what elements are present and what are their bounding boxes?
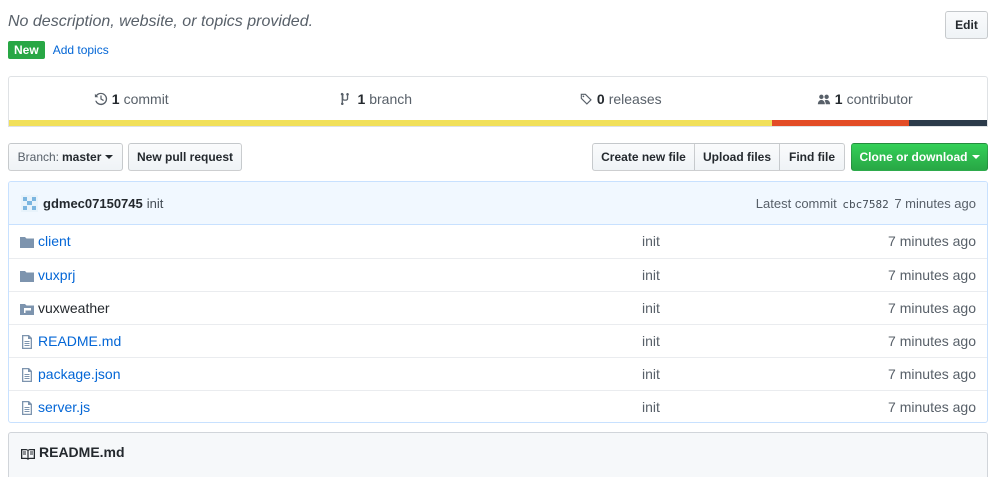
file-age: 7 minutes ago — [888, 300, 976, 316]
file-age: 7 minutes ago — [888, 233, 976, 249]
new-badge: New — [8, 41, 45, 59]
file-age: 7 minutes ago — [888, 267, 976, 283]
file-icon — [19, 400, 35, 416]
file-commit-message[interactable]: init — [642, 300, 660, 316]
file-name-link[interactable]: README.md — [38, 333, 121, 349]
file-name-link[interactable]: server.js — [38, 399, 90, 415]
branch-select-button[interactable]: Branch: master — [8, 143, 123, 171]
file-commit-message[interactable]: init — [642, 333, 660, 349]
clone-download-button[interactable]: Clone or download — [851, 143, 988, 171]
language-segment — [908, 120, 987, 126]
contributors-label: contributor — [846, 90, 913, 107]
file-name-link[interactable]: vuxweather — [38, 300, 110, 316]
language-bar[interactable] — [9, 120, 987, 126]
branch-icon — [341, 92, 350, 105]
caret-down-icon — [105, 155, 114, 159]
folder-icon — [19, 234, 35, 250]
file-commit-message[interactable]: init — [642, 366, 660, 382]
add-topics-link[interactable]: Add topics — [53, 43, 109, 57]
repo-summary: 1 commit 1 branch 0 releases 1 contribut… — [8, 76, 988, 127]
table-row: client init 7 minutes ago — [9, 225, 987, 258]
commit-sha-link[interactable]: cbc7582 — [842, 198, 888, 211]
latest-commit: Latest commit cbc7582 7 minutes ago — [756, 196, 976, 211]
branch-prefix: Branch: — [17, 150, 59, 164]
repo-page: No description, website, or topics provi… — [8, 0, 988, 477]
file-name-link[interactable]: package.json — [38, 366, 121, 382]
commits-count: 1 — [111, 90, 120, 107]
commits-count-link[interactable]: 1 commit — [9, 77, 254, 120]
branch-name: master — [62, 150, 102, 164]
branches-label: branch — [369, 90, 413, 107]
language-segment — [9, 120, 772, 126]
file-name-link[interactable]: client — [38, 233, 71, 249]
file-commit-message[interactable]: init — [642, 399, 660, 415]
file-commit-message[interactable]: init — [642, 233, 660, 249]
file-table: gdmec07150745 init Latest commit cbc7582 … — [8, 181, 988, 423]
history-icon — [94, 92, 107, 105]
table-row: package.json init 7 minutes ago — [9, 357, 987, 390]
file-navigation: Branch: master New pull request Create n… — [8, 143, 988, 171]
readme-header: README.md — [8, 432, 988, 477]
commit-age: 7 minutes ago — [894, 196, 976, 211]
edit-description-button[interactable]: Edit — [945, 11, 988, 39]
file-icon — [19, 367, 35, 383]
table-row: vuxprj init 7 minutes ago — [9, 258, 987, 291]
find-file-button[interactable]: Find file — [779, 143, 845, 171]
table-row: server.js init 7 minutes ago — [9, 390, 987, 422]
file-age: 7 minutes ago — [888, 399, 976, 415]
caret-down-icon — [971, 155, 980, 159]
file-list: client init 7 minutes ago vuxprj init 7 minut… — [9, 225, 987, 422]
table-row: README.md init 7 minutes ago — [9, 324, 987, 357]
branches-count: 1 — [357, 90, 366, 107]
branches-count-link[interactable]: 1 branch — [254, 77, 499, 120]
file-icon — [19, 334, 35, 350]
commit-author: gdmec07150745 — [43, 196, 143, 211]
file-age: 7 minutes ago — [888, 366, 976, 382]
commit-tease: gdmec07150745 init Latest commit cbc7582 … — [9, 182, 987, 225]
table-row: vuxweather init 7 minutes ago — [9, 291, 987, 324]
new-pull-request-button[interactable]: New pull request — [128, 143, 242, 171]
releases-count: 0 — [596, 90, 605, 107]
folder-icon — [19, 268, 35, 284]
create-new-file-button[interactable]: Create new file — [592, 143, 695, 171]
language-segment — [771, 120, 909, 126]
contributors-count-link[interactable]: 1 contributor — [743, 77, 988, 120]
commit-author-link[interactable]: gdmec07150745 init — [43, 196, 163, 211]
description-row: No description, website, or topics provi… — [8, 0, 988, 40]
clone-download-label: Clone or download — [859, 150, 968, 164]
submodule-icon — [19, 301, 35, 317]
file-age: 7 minutes ago — [888, 333, 976, 349]
people-icon — [817, 94, 830, 104]
releases-count-link[interactable]: 0 releases — [498, 77, 743, 120]
latest-commit-label: Latest commit — [755, 196, 837, 211]
commits-label: commit — [123, 90, 169, 107]
file-name-link[interactable]: vuxprj — [38, 267, 75, 283]
file-commit-message[interactable]: init — [642, 267, 660, 283]
readme-title: README.md — [39, 444, 125, 460]
book-icon — [21, 449, 35, 460]
tag-icon — [580, 93, 592, 105]
avatar[interactable] — [21, 195, 38, 212]
repo-description: No description, website, or topics provi… — [8, 13, 314, 30]
topics-row: New Add topics — [8, 40, 109, 60]
releases-label: releases — [608, 90, 662, 107]
upload-files-button[interactable]: Upload files — [694, 143, 780, 171]
commit-message[interactable]: init — [147, 196, 164, 211]
contributors-count: 1 — [834, 90, 843, 107]
